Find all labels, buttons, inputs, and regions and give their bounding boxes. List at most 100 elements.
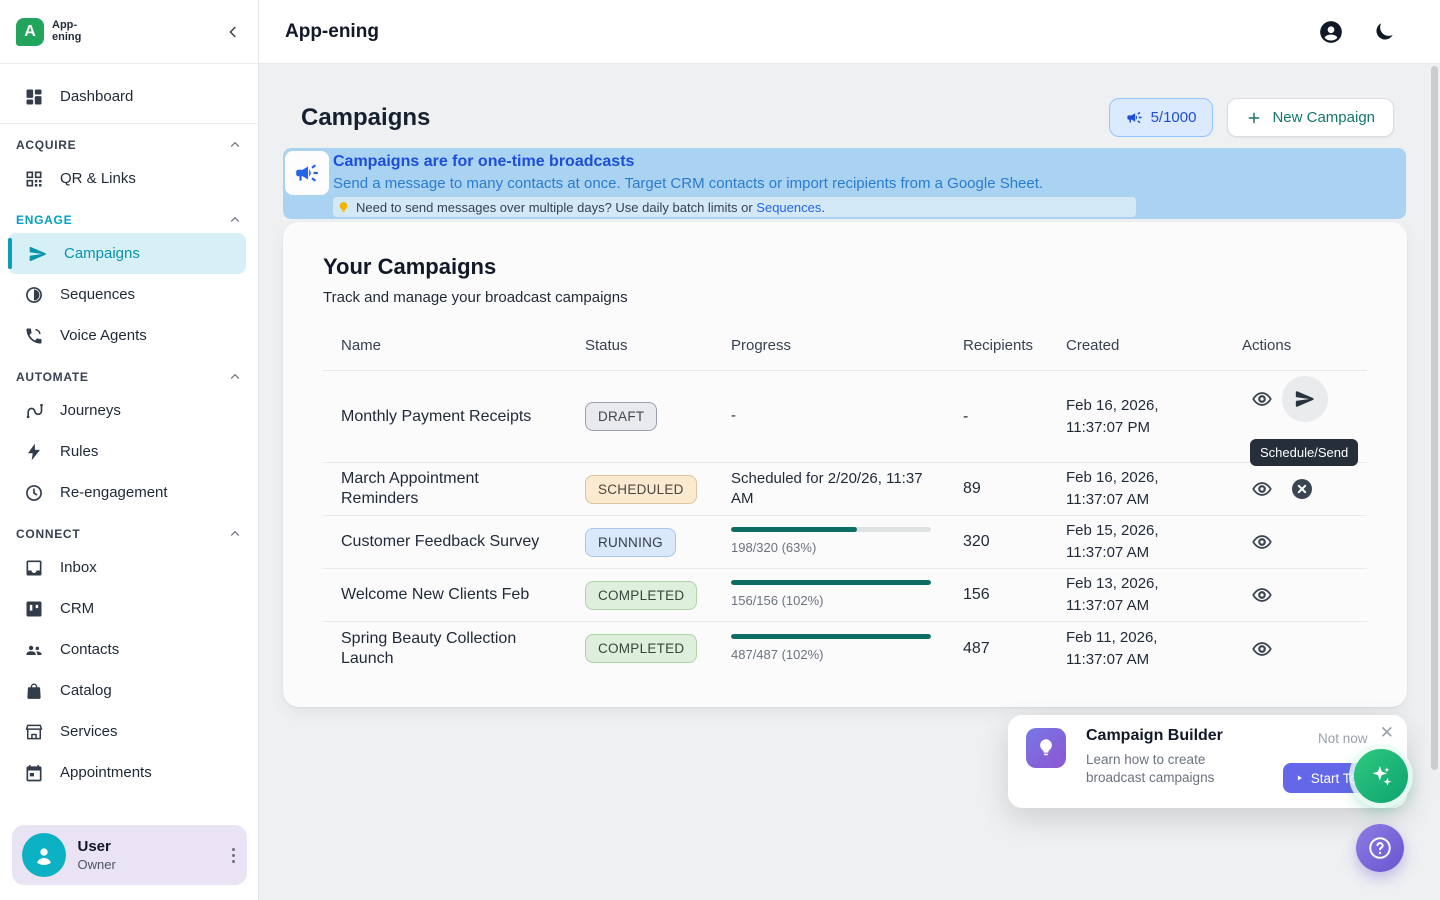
view-button[interactable] xyxy=(1242,575,1282,615)
progress-bar xyxy=(731,634,931,639)
close-icon[interactable]: ✕ xyxy=(1380,723,1394,743)
card-title: Your Campaigns xyxy=(323,254,1367,280)
megaphone-icon xyxy=(1126,109,1143,126)
person-icon xyxy=(31,842,57,868)
user-card[interactable]: User Owner xyxy=(12,825,247,885)
column-header-status: Status xyxy=(585,337,731,354)
dark-mode-toggle[interactable] xyxy=(1372,20,1396,44)
view-button[interactable] xyxy=(1242,522,1282,562)
sidebar-section-engage[interactable]: ENGAGE xyxy=(16,213,242,227)
sidebar-item-inbox[interactable]: Inbox xyxy=(0,547,258,588)
chevron-left-icon xyxy=(224,23,242,41)
sidebar: A App- ening Dashboard ACQUIRE QR & Link… xyxy=(0,0,259,900)
topbar: App-ening xyxy=(259,0,1440,64)
kanban-icon xyxy=(24,599,44,619)
sidebar-item-sequences[interactable]: Sequences xyxy=(0,274,258,315)
progress-label: 198/320 (63%) xyxy=(731,539,935,557)
view-button[interactable] xyxy=(1242,379,1282,419)
half-circle-icon xyxy=(24,285,44,305)
campaign-quota-badge[interactable]: 5/1000 xyxy=(1109,98,1214,137)
view-button[interactable] xyxy=(1242,629,1282,669)
sidebar-item-catalog[interactable]: Catalog xyxy=(0,670,258,711)
new-campaign-button[interactable]: New Campaign xyxy=(1227,98,1394,137)
send-icon xyxy=(28,244,48,264)
campaign-builder-popup: Campaign Builder Learn how to create bro… xyxy=(1008,715,1407,808)
sidebar-item-label: Contacts xyxy=(60,641,119,658)
schedule-send-button[interactable] xyxy=(1282,376,1328,422)
sidebar-item-services[interactable]: Services xyxy=(0,711,258,752)
recipients-cell: 89 xyxy=(963,480,1066,498)
sidebar-section-connect[interactable]: CONNECT xyxy=(16,527,242,541)
recipients-cell: - xyxy=(963,408,1066,426)
actions-cell xyxy=(1242,629,1365,669)
progress-cell: Scheduled for 2/20/26, 11:37 AM xyxy=(731,469,963,510)
storefront-icon xyxy=(24,722,44,742)
calendar-icon xyxy=(24,763,44,783)
campaign-name: Welcome New Clients Feb xyxy=(341,585,585,605)
help-fab[interactable] xyxy=(1356,824,1404,872)
eye-icon xyxy=(1251,388,1273,410)
banner-description: Send a message to many contacts at once.… xyxy=(333,175,1136,192)
cancel-button[interactable] xyxy=(1282,469,1322,509)
sidebar-item-label: Voice Agents xyxy=(60,327,147,344)
status-badge: RUNNING xyxy=(585,528,676,557)
sidebar-item-campaigns[interactable]: Campaigns xyxy=(8,233,246,274)
account-button[interactable] xyxy=(1318,19,1344,45)
eye-icon xyxy=(1251,584,1273,606)
actions-cell: Schedule/Send xyxy=(1242,376,1365,422)
ai-assistant-fab[interactable] xyxy=(1354,749,1408,803)
sidebar-item-qr-links[interactable]: QR & Links xyxy=(0,158,258,199)
sidebar-item-journeys[interactable]: Journeys xyxy=(0,390,258,431)
phone-call-icon xyxy=(24,326,44,346)
app-logo-text: App- ening xyxy=(52,20,81,43)
chevron-up-icon xyxy=(228,138,242,152)
app-logo-letter: A xyxy=(24,23,36,41)
sidebar-item-dashboard[interactable]: Dashboard xyxy=(0,76,258,117)
sidebar-section-automate[interactable]: AUTOMATE xyxy=(16,370,242,384)
chevron-up-icon xyxy=(228,527,242,541)
sidebar-item-re-engagement[interactable]: Re-engagement xyxy=(0,472,258,513)
user-role: Owner xyxy=(78,857,116,872)
sidebar-item-appointments[interactable]: Appointments xyxy=(0,752,258,793)
view-button[interactable] xyxy=(1242,469,1282,509)
inbox-icon xyxy=(24,558,44,578)
progress-bar-fill xyxy=(731,527,857,532)
status-badge: DRAFT xyxy=(585,402,657,431)
sidebar-item-contacts[interactable]: Contacts xyxy=(0,629,258,670)
quota-count: 5/1000 xyxy=(1151,109,1197,126)
topbar-title: App-ening xyxy=(285,21,379,43)
megaphone-icon xyxy=(294,160,320,186)
sidebar-item-voice-agents[interactable]: Voice Agents xyxy=(0,315,258,356)
actions-cell xyxy=(1242,469,1365,509)
lightbulb-badge xyxy=(1026,728,1066,768)
table-row: Spring Beauty Collection Launch COMPLETE… xyxy=(323,622,1367,675)
table-row: Monthly Payment Receipts DRAFT - - Feb 1… xyxy=(323,371,1367,463)
progress-bar xyxy=(731,580,931,585)
vertical-scrollbar[interactable] xyxy=(1431,66,1438,770)
sidebar-item-crm[interactable]: CRM xyxy=(0,588,258,629)
actions-cell xyxy=(1242,522,1365,562)
sidebar-item-label: Dashboard xyxy=(60,88,133,105)
progress-bar-fill xyxy=(731,580,931,585)
status-badge: SCHEDULED xyxy=(585,475,697,504)
eye-icon xyxy=(1251,478,1273,500)
sequences-link[interactable]: Sequences xyxy=(756,200,821,215)
x-circle-icon xyxy=(1290,477,1314,501)
sidebar-item-rules[interactable]: Rules xyxy=(0,431,258,472)
progress-cell: 487/487 (102%) xyxy=(731,634,963,664)
eye-icon xyxy=(1251,638,1273,660)
created-cell: Feb 11, 2026, 11:37:07 AM xyxy=(1066,627,1242,671)
column-header-name: Name xyxy=(341,337,585,354)
lightning-bolt-icon xyxy=(24,442,44,462)
sidebar-item-label: CRM xyxy=(60,600,94,617)
table-row: March Appointment Reminders SCHEDULED Sc… xyxy=(323,463,1367,516)
person-circle-icon xyxy=(1318,19,1344,45)
column-header-created: Created xyxy=(1066,337,1242,354)
user-menu-dots-icon[interactable] xyxy=(232,848,235,863)
not-now-button[interactable]: Not now xyxy=(1318,731,1368,746)
column-header-progress: Progress xyxy=(731,337,963,354)
sidebar-item-label: Inbox xyxy=(60,559,97,576)
sidebar-collapse-button[interactable] xyxy=(224,23,242,41)
sidebar-section-acquire[interactable]: ACQUIRE xyxy=(16,138,242,152)
eye-icon xyxy=(1251,531,1273,553)
